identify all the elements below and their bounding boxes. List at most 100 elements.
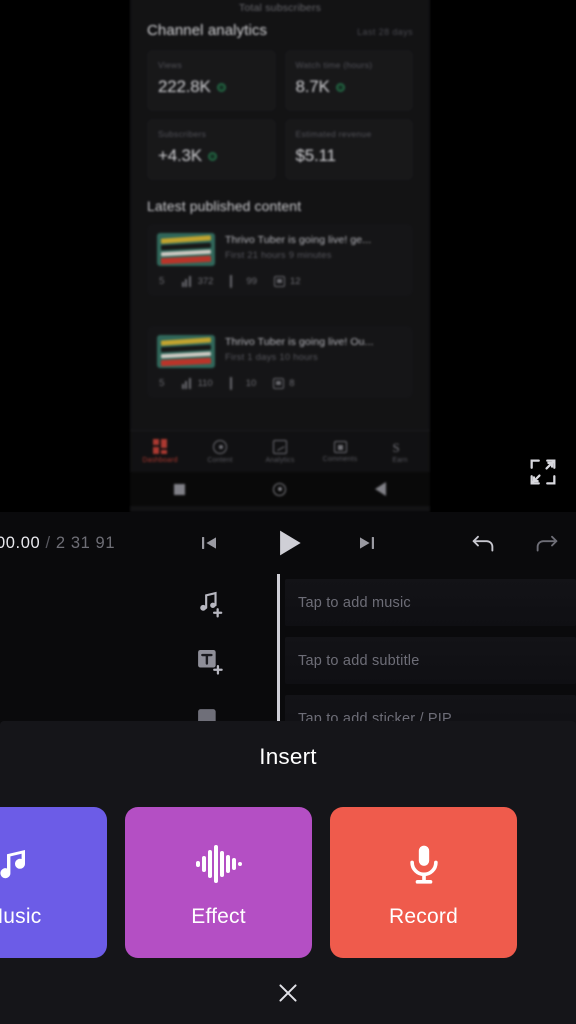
thumbs-up-icon [230,275,241,288]
nav-label: Comments [322,455,358,463]
music-note-icon [0,837,38,891]
preview-partial-top-label: Total subscribers [238,2,322,14]
video-thumbnail [157,233,215,266]
kpi-value: $5.11 [295,146,336,165]
stat-leading-glyph: 5 [159,378,165,389]
kpi-card-views[interactable]: Views 222.8K [147,50,276,111]
back-triangle-icon[interactable] [374,482,386,496]
video-stats-row: 5 372 99 12 [157,275,403,288]
insert-effect-button[interactable]: Effect [125,807,312,958]
timeline-tracks[interactable]: Tap to add music Tap to add subtitle Tap… [0,574,576,727]
video-subtitle: First 1 days 10 hours [225,352,318,363]
analytics-kpi-grid: Views 222.8K Watch time (hours) 8.7K Sub… [147,50,413,180]
stat-value: 10 [245,378,257,389]
stat-views: 372 [181,276,214,287]
kpi-label: Estimated revenue [295,129,372,139]
analytics-section-title: Channel analytics [147,22,268,39]
android-system-nav [130,472,430,506]
card-label: Effect [191,904,246,928]
skip-previous-icon[interactable] [197,531,221,555]
analytics-date-range: Last 28 days [357,27,413,37]
undo-icon[interactable] [468,528,498,558]
stat-comments: 12 [274,276,301,287]
insert-music-button[interactable]: Music [0,807,107,958]
track-placeholder: Tap to add music [298,594,411,611]
add-music-icon[interactable] [190,583,230,623]
video-title: Thrivo Tuber is going live! ge... [225,234,372,246]
kpi-value: +4.3K [158,146,202,165]
kpi-value: 8.7K [295,77,330,96]
stat-comments: 8 [273,378,295,389]
stat-likes: 99 [230,275,257,288]
video-preview-stage[interactable]: Total subscribers Channel analytics Last… [0,0,576,512]
sidebar-item-comments[interactable]: Comments [314,440,366,463]
channel-analytics-header: Channel analytics Last 28 days [147,22,413,39]
video-title: Thrivo Tuber is going live! Ou... [225,336,374,348]
sidebar-item-dashboard[interactable]: Dashboard [134,439,186,464]
track-row: Tap to add music [0,578,576,627]
sheet-title: Insert [259,744,317,769]
microphone-icon [401,837,447,891]
stat-value: 8 [289,378,295,389]
playhead[interactable] [277,574,280,727]
insert-bottom-sheet: Insert Music [0,721,576,1024]
card-label: Record [389,904,458,928]
kpi-label: Watch time (hours) [295,60,373,70]
bar-chart-icon [181,378,193,389]
stat-value: 110 [197,378,213,389]
stat-views: 110 [181,378,213,389]
video-editor-screen: Total subscribers Channel analytics Last… [0,0,576,1024]
sidebar-item-earn[interactable]: S Earn [374,439,426,464]
sidebar-item-analytics[interactable]: Analytics [254,439,306,464]
bar-chart-icon [181,276,193,287]
studio-bottom-nav: Dashboard Content Analytics Comments S E… [130,430,430,472]
recents-square-icon[interactable] [174,483,186,495]
insert-record-button[interactable]: Record [330,807,517,958]
dashboard-icon [152,439,168,454]
video-thumbnail [157,335,215,368]
comment-icon [273,378,285,389]
waveform-icon [194,837,244,891]
kpi-card-subscribers[interactable]: Subscribers +4.3K [147,119,276,180]
close-icon[interactable] [266,971,310,1015]
stat-likes: 10 [229,377,257,390]
video-subtitle: First 21 hours 9 minutes [225,250,332,261]
stat-value: 99 [246,276,257,287]
trend-dot-icon [216,82,226,92]
nav-label: Analytics [265,456,295,464]
stat-value: 12 [290,276,301,287]
subtitle-track-lane[interactable]: Tap to add subtitle [285,637,576,684]
nav-label: Dashboard [142,457,178,464]
insert-options: Music Effect [0,807,517,958]
nav-label: Content [207,456,233,464]
kpi-label: Subscribers [158,129,207,139]
kpi-card-estimated-revenue[interactable]: Estimated revenue $5.11 [284,119,413,180]
recorded-phone-screen: Total subscribers Channel analytics Last… [130,0,430,512]
play-icon[interactable] [269,524,307,562]
nav-label: Earn [392,457,408,464]
transport-bar: 00.00 / 2 31 91 [0,512,576,574]
add-subtitle-icon[interactable] [190,641,230,681]
redo-icon[interactable] [532,528,562,558]
fullscreen-expand-icon[interactable] [526,455,560,489]
music-track-lane[interactable]: Tap to add music [285,579,576,626]
analytics-icon [273,439,287,454]
earn-icon: S [392,440,400,455]
kpi-value: 222.8K [158,77,211,96]
home-circle-icon[interactable] [273,482,287,496]
sidebar-item-content[interactable]: Content [194,439,246,464]
comments-icon [333,440,347,453]
stat-value: 372 [197,276,214,287]
latest-content-title: Latest published content [147,198,302,214]
video-stats-row: 5 110 10 8 [157,377,403,390]
content-ring-icon [213,439,227,454]
trend-dot-icon [207,151,217,161]
sheet-footer [0,970,576,1016]
track-placeholder: Tap to add subtitle [298,652,420,669]
content-list-item[interactable]: Thrivo Tuber is going live! Ou... First … [147,326,413,398]
kpi-card-watch-time[interactable]: Watch time (hours) 8.7K [284,50,413,111]
content-list-item[interactable]: Thrivo Tuber is going live! ge... First … [147,224,413,296]
kpi-label: Views [158,60,183,70]
skip-next-icon[interactable] [355,531,379,555]
trend-dot-icon [335,82,345,92]
